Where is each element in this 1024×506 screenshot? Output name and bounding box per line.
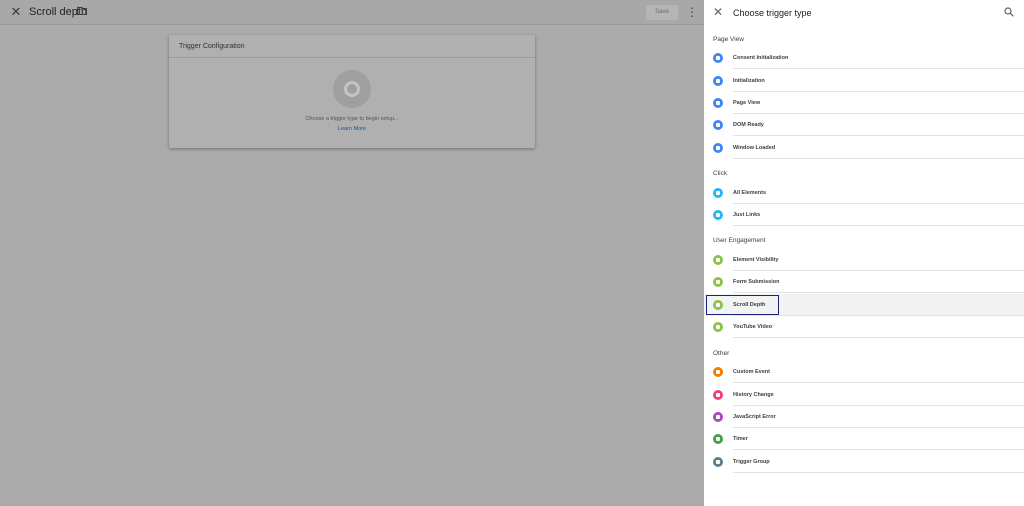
- group-icon: [713, 457, 723, 467]
- trigger-item-all-elements[interactable]: All Elements: [704, 182, 1024, 204]
- item-label: JavaScript Error: [733, 414, 776, 420]
- section-page-view: Page View: [713, 36, 744, 43]
- visibility-icon: [713, 255, 723, 265]
- form-icon: [713, 277, 723, 287]
- window-icon: [713, 143, 723, 153]
- eye-icon: [713, 98, 723, 108]
- item-label: All Elements: [733, 190, 767, 196]
- trigger-configuration-card[interactable]: Trigger Configuration Choose a trigger t…: [169, 35, 535, 148]
- trigger-item-custom-event[interactable]: Custom Event: [704, 361, 1024, 383]
- section-user-engagement: User Engagement: [713, 237, 766, 244]
- link-icon: [713, 210, 723, 220]
- trigger-item-scroll-depth[interactable]: Scroll Depth: [704, 294, 1024, 316]
- section-other: Other: [713, 350, 730, 357]
- warning-icon: [713, 412, 723, 422]
- trigger-item-initialization[interactable]: Initialization: [704, 70, 1024, 92]
- item-label: Custom Event: [733, 369, 770, 375]
- trigger-item-form-submission[interactable]: Form Submission: [704, 271, 1024, 293]
- item-label: Trigger Group: [733, 459, 770, 465]
- item-label: YouTube Video: [733, 324, 773, 330]
- card-divider: [169, 57, 535, 58]
- section-click: Click: [713, 170, 728, 177]
- code-icon: [713, 367, 723, 377]
- panel-title: Choose trigger type: [733, 8, 812, 18]
- item-label: Page View: [733, 100, 761, 106]
- item-label: Timer: [733, 436, 748, 442]
- item-label: Window Loaded: [733, 145, 776, 151]
- scroll-icon: [713, 300, 723, 310]
- item-label: Element Visibility: [733, 257, 779, 263]
- trigger-item-element-visibility[interactable]: Element Visibility: [704, 249, 1024, 271]
- item-label: DOM Ready: [733, 122, 764, 128]
- trigger-placeholder-icon[interactable]: [333, 70, 371, 108]
- cursor-icon: [713, 188, 723, 198]
- item-label: Just Links: [733, 212, 761, 218]
- card-title: Trigger Configuration: [179, 43, 245, 50]
- item-label: Form Submission: [733, 279, 780, 285]
- item-label: Scroll Depth: [733, 302, 766, 308]
- document-icon: [713, 120, 723, 130]
- editor-header: ✕ Scroll depth Save ⋮: [0, 0, 704, 25]
- folder-icon[interactable]: [77, 7, 87, 15]
- search-icon[interactable]: [1004, 7, 1014, 17]
- trigger-item-youtube-video[interactable]: YouTube Video: [704, 316, 1024, 338]
- trigger-item-dom-ready[interactable]: DOM Ready: [704, 114, 1024, 136]
- learn-more-link[interactable]: Learn More: [169, 126, 535, 132]
- timer-icon: [713, 434, 723, 444]
- trigger-item-javascript-error[interactable]: JavaScript Error: [704, 406, 1024, 428]
- trigger-item-timer[interactable]: Timer: [704, 428, 1024, 450]
- more-vert-icon[interactable]: ⋮: [686, 5, 698, 19]
- choose-trigger-panel: ✕ Choose trigger type Page View Consent …: [704, 0, 1024, 506]
- trigger-item-history-change[interactable]: History Change: [704, 384, 1024, 406]
- item-label: Initialization: [733, 78, 765, 84]
- trigger-item-just-links[interactable]: Just Links: [704, 204, 1024, 226]
- power-icon: [713, 76, 723, 86]
- card-hint: Choose a trigger type to begin setup...: [305, 116, 399, 122]
- trigger-item-page-view[interactable]: Page View: [704, 92, 1024, 114]
- trigger-item-window-loaded[interactable]: Window Loaded: [704, 137, 1024, 159]
- close-icon[interactable]: ✕: [713, 6, 725, 18]
- history-icon: [713, 390, 723, 400]
- item-label: History Change: [733, 392, 774, 398]
- play-icon: [713, 322, 723, 332]
- trigger-item-trigger-group[interactable]: Trigger Group: [704, 451, 1024, 473]
- save-button[interactable]: Save: [646, 5, 678, 20]
- close-icon[interactable]: ✕: [9, 5, 23, 19]
- item-label: Consent Initialization: [733, 55, 789, 61]
- consent-icon: [713, 53, 723, 63]
- trigger-item-consent-initialization[interactable]: Consent Initialization: [704, 47, 1024, 69]
